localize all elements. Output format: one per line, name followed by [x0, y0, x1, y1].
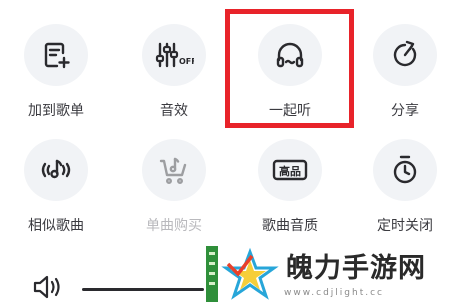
menu-item-label: 一起听: [269, 103, 311, 119]
menu-item-add-to-playlist[interactable]: 加到歌单: [6, 10, 106, 120]
menu-item-label: 音效: [160, 103, 188, 119]
menu-item-circle: [24, 24, 88, 86]
menu-item-circle: [373, 139, 437, 201]
menu-item-similar-songs[interactable]: 相似歌曲: [6, 125, 106, 235]
headphones-icon: [276, 42, 304, 68]
menu-item-label: 定时关闭: [377, 218, 433, 234]
shopping-cart-icon: [159, 157, 187, 185]
share-icon: [393, 40, 417, 67]
menu-item-sleep-timer[interactable]: 定时关闭: [355, 125, 452, 235]
menu-item-label: 分享: [391, 103, 419, 119]
audio-quality-icon: 高品: [272, 159, 308, 181]
watermark-text: 魄力手游网: [286, 253, 426, 284]
menu-item-sound-effect[interactable]: OFF 音效: [124, 10, 224, 120]
menu-item-label: 相似歌曲: [28, 218, 84, 234]
menu-item-circle: [142, 139, 206, 201]
volume-slider[interactable]: [82, 288, 204, 291]
watermark: 魄力手游网 www.cdjlight.cc: [198, 238, 452, 305]
audio-quality-badge: 高品: [279, 164, 301, 178]
menu-item-buy-single[interactable]: 单曲购买: [124, 125, 224, 235]
add-to-playlist-icon: [44, 42, 70, 69]
menu-item-circle: [258, 24, 322, 86]
menu-item-label: 歌曲音质: [262, 218, 318, 234]
watermark-logo: [206, 246, 279, 302]
timer-icon: [393, 155, 417, 184]
menu-item-label: 加到歌单: [28, 103, 84, 119]
similar-songs-icon: [41, 159, 71, 179]
menu-item-circle: OFF: [142, 24, 206, 86]
sound-effect-icon: OFF: [155, 42, 194, 68]
menu-item-circle: 高品: [258, 139, 322, 201]
menu-item-circle: [24, 139, 88, 201]
menu-item-label: 单曲购买: [146, 218, 202, 234]
menu-item-audio-quality[interactable]: 高品 歌曲音质: [240, 125, 340, 235]
menu-item-listen-together[interactable]: 一起听: [240, 10, 340, 120]
menu-item-share[interactable]: 分享: [355, 10, 452, 120]
speaker-icon[interactable]: [32, 274, 66, 300]
watermark-url: www.cdjlight.cc: [284, 288, 384, 298]
menu-item-circle: [373, 24, 437, 86]
sound-effect-badge: OFF: [179, 57, 194, 66]
